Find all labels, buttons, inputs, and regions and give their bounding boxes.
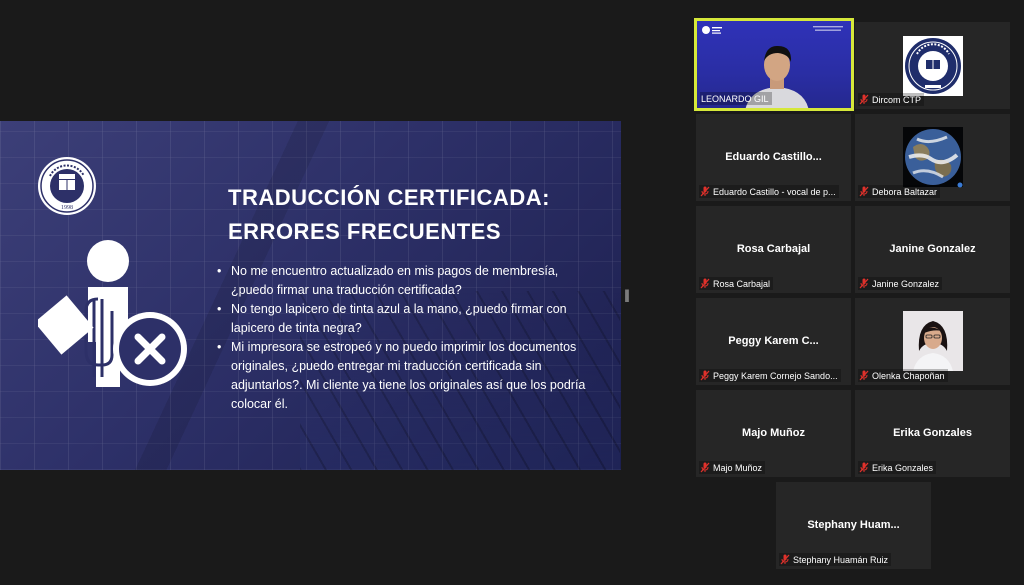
participant-display-name: Rosa Carbajal <box>736 243 811 255</box>
participant-name-label: Janine Gonzalez <box>858 277 943 290</box>
participant-display-name: Peggy Karem C... <box>728 335 819 347</box>
participant-name-label: Debora Baltazar <box>858 185 941 198</box>
participant-name-label: Majo Muñoz <box>699 461 766 474</box>
microphone-muted-icon <box>700 370 710 381</box>
participant-name-label: Rosa Carbajal <box>699 277 774 290</box>
slide-bullet-list: No me encuentro actualizado en mis pagos… <box>217 262 587 414</box>
participant-name: Dircom CTP <box>872 94 921 105</box>
microphone-muted-icon <box>700 278 710 289</box>
participant-tile-eduardo[interactable]: Eduardo Castillo... Eduardo Castillo - v… <box>696 114 851 201</box>
participant-tile-dircom[interactable]: Dircom CTP <box>855 22 1010 109</box>
participant-tile-erika[interactable]: Erika Gonzales Erika Gonzales <box>855 390 1010 477</box>
slide-title: TRADUCCIÓN CERTIFICADA: ERRORES FRECUENT… <box>228 181 550 249</box>
participant-display-name: Majo Muñoz <box>742 427 805 439</box>
document-rejected-icon <box>38 240 187 387</box>
microphone-muted-icon <box>859 370 869 381</box>
video-background-caption <box>813 26 843 31</box>
participant-name: Olenka Chapoñan <box>872 370 945 381</box>
participant-name: Stephany Huamán Ruiz <box>793 554 889 565</box>
panel-resize-handle[interactable]: ‖ <box>624 286 630 304</box>
video-background-logo <box>702 26 722 34</box>
participant-name: Erika Gonzales <box>872 462 934 473</box>
participant-name-label: Dircom CTP <box>858 93 924 106</box>
earth-avatar <box>903 127 963 187</box>
participant-tile-peggy[interactable]: Peggy Karem C... Peggy Karem Cornejo San… <box>696 298 851 385</box>
microphone-muted-icon <box>859 462 869 473</box>
participant-tile-stephany[interactable]: Stephany Huam... Stephany Huamán Ruiz <box>776 482 931 569</box>
participant-name-label: Stephany Huamán Ruiz <box>779 553 892 566</box>
participant-name-label: Olenka Chapoñan <box>858 369 948 382</box>
participant-tile-olenka[interactable]: Olenka Chapoñan <box>855 298 1010 385</box>
slide-bullet: No tengo lapicero de tinta azul a la man… <box>217 300 587 338</box>
participant-name: Peggy Karem Cornejo Sando... <box>713 370 838 381</box>
participant-name: Janine Gonzalez <box>872 278 940 289</box>
participant-tile-rosa[interactable]: Rosa Carbajal Rosa Carbajal <box>696 206 851 293</box>
participant-name: Majo Muñoz <box>713 462 763 473</box>
participant-profile-photo <box>903 311 963 371</box>
participant-name-label: Erika Gonzales <box>858 461 937 474</box>
microphone-muted-icon <box>859 186 869 197</box>
slide-bullet: No me encuentro actualizado en mis pagos… <box>217 262 587 300</box>
microphone-muted-icon <box>780 554 790 565</box>
participant-display-name: Eduardo Castillo... <box>725 151 822 163</box>
connection-badge-icon <box>957 182 963 188</box>
microphone-muted-icon <box>859 278 869 289</box>
participant-tile-leonardo[interactable]: LEONARDO GIL <box>694 18 854 111</box>
slide-bullet: Mi impresora se estropeó y no puedo impr… <box>217 338 587 414</box>
slide-title-line-1: TRADUCCIÓN CERTIFICADA: <box>228 185 550 210</box>
participant-name-label: LEONARDO GIL <box>700 92 772 105</box>
ctp-logo-year: 1998 <box>61 205 73 211</box>
shared-screen-slide: 1998 TRADUCCIÓN CERTIFICADA: ERRORES FRE… <box>0 121 621 470</box>
meeting-screen: 1998 TRADUCCIÓN CERTIFICADA: ERRORES FRE… <box>0 0 1024 585</box>
microphone-muted-icon <box>700 462 710 473</box>
participant-name-label: Peggy Karem Cornejo Sando... <box>699 369 841 382</box>
microphone-muted-icon <box>859 94 869 105</box>
slide-title-line-2: ERRORES FRECUENTES <box>228 219 502 244</box>
participant-name: Rosa Carbajal <box>713 278 771 289</box>
participant-name-label: Eduardo Castillo - vocal de p... <box>699 185 839 198</box>
dircom-logo-avatar <box>903 36 963 96</box>
participant-display-name: Erika Gonzales <box>893 427 972 439</box>
participant-tile-janine[interactable]: Janine Gonzalez Janine Gonzalez <box>855 206 1010 293</box>
microphone-muted-icon <box>700 186 710 197</box>
participant-tile-debora[interactable]: Debora Baltazar <box>855 114 1010 201</box>
participant-name: Eduardo Castillo - vocal de p... <box>713 186 836 197</box>
participant-tile-majo[interactable]: Majo Muñoz Majo Muñoz <box>696 390 851 477</box>
participant-name: LEONARDO GIL <box>701 93 769 104</box>
participant-display-name: Janine Gonzalez <box>889 243 976 255</box>
ctp-seal-logo: 1998 <box>38 157 96 215</box>
participant-display-name: Stephany Huam... <box>807 519 900 531</box>
participant-name: Debora Baltazar <box>872 186 938 197</box>
